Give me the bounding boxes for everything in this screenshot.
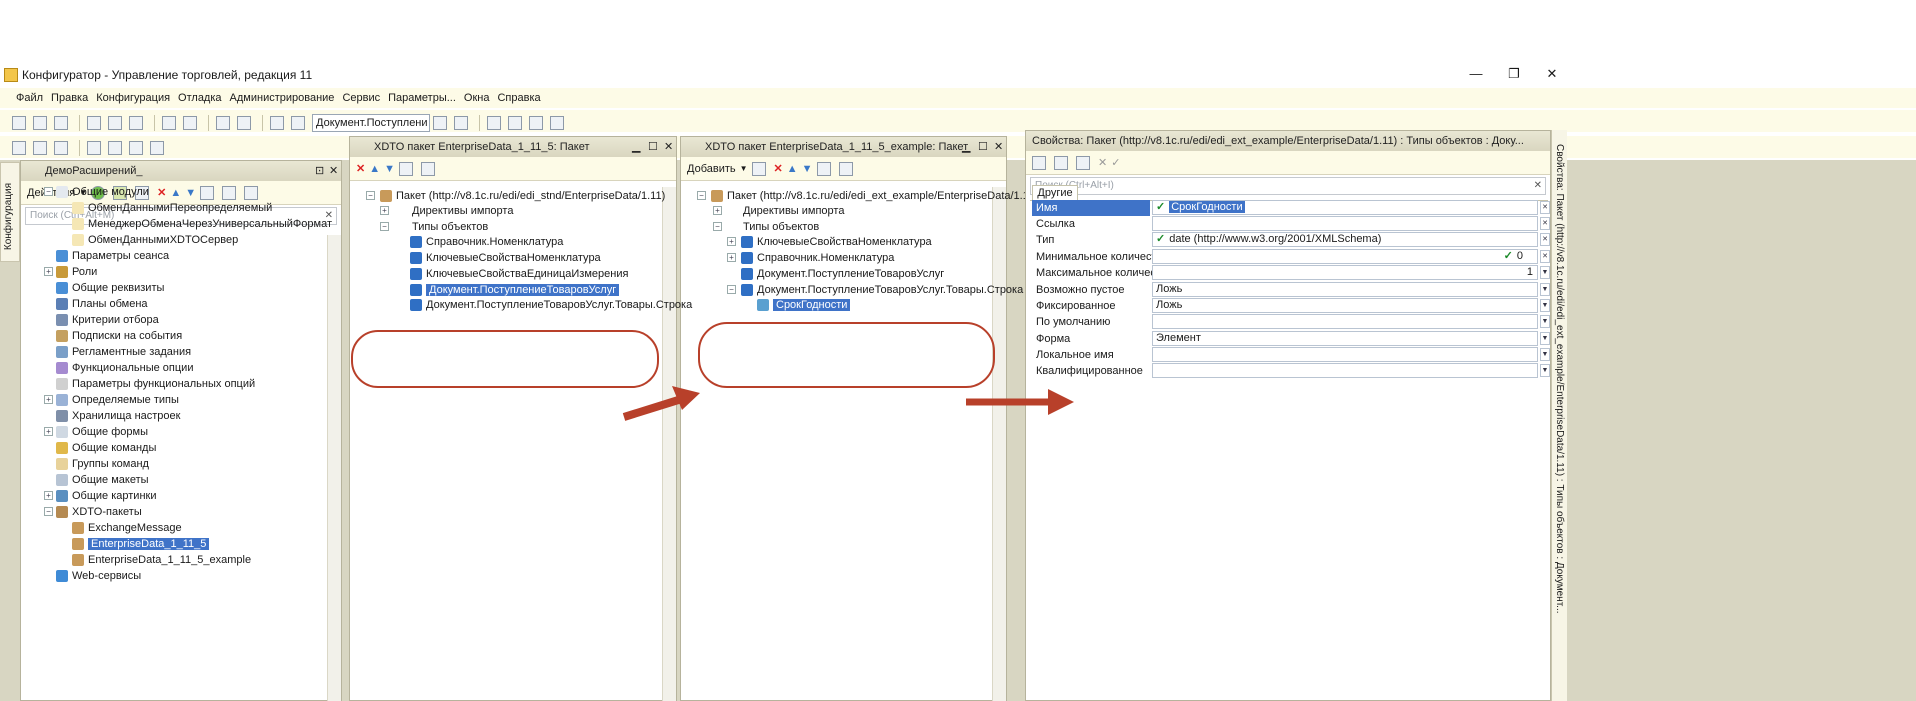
annotation-overlay xyxy=(351,322,1074,421)
highlight-ellipse-right xyxy=(698,322,995,388)
highlight-ellipse-left xyxy=(351,330,659,388)
arrow-annotation-2 xyxy=(966,389,1074,415)
arrow-annotation-1 xyxy=(622,386,700,421)
